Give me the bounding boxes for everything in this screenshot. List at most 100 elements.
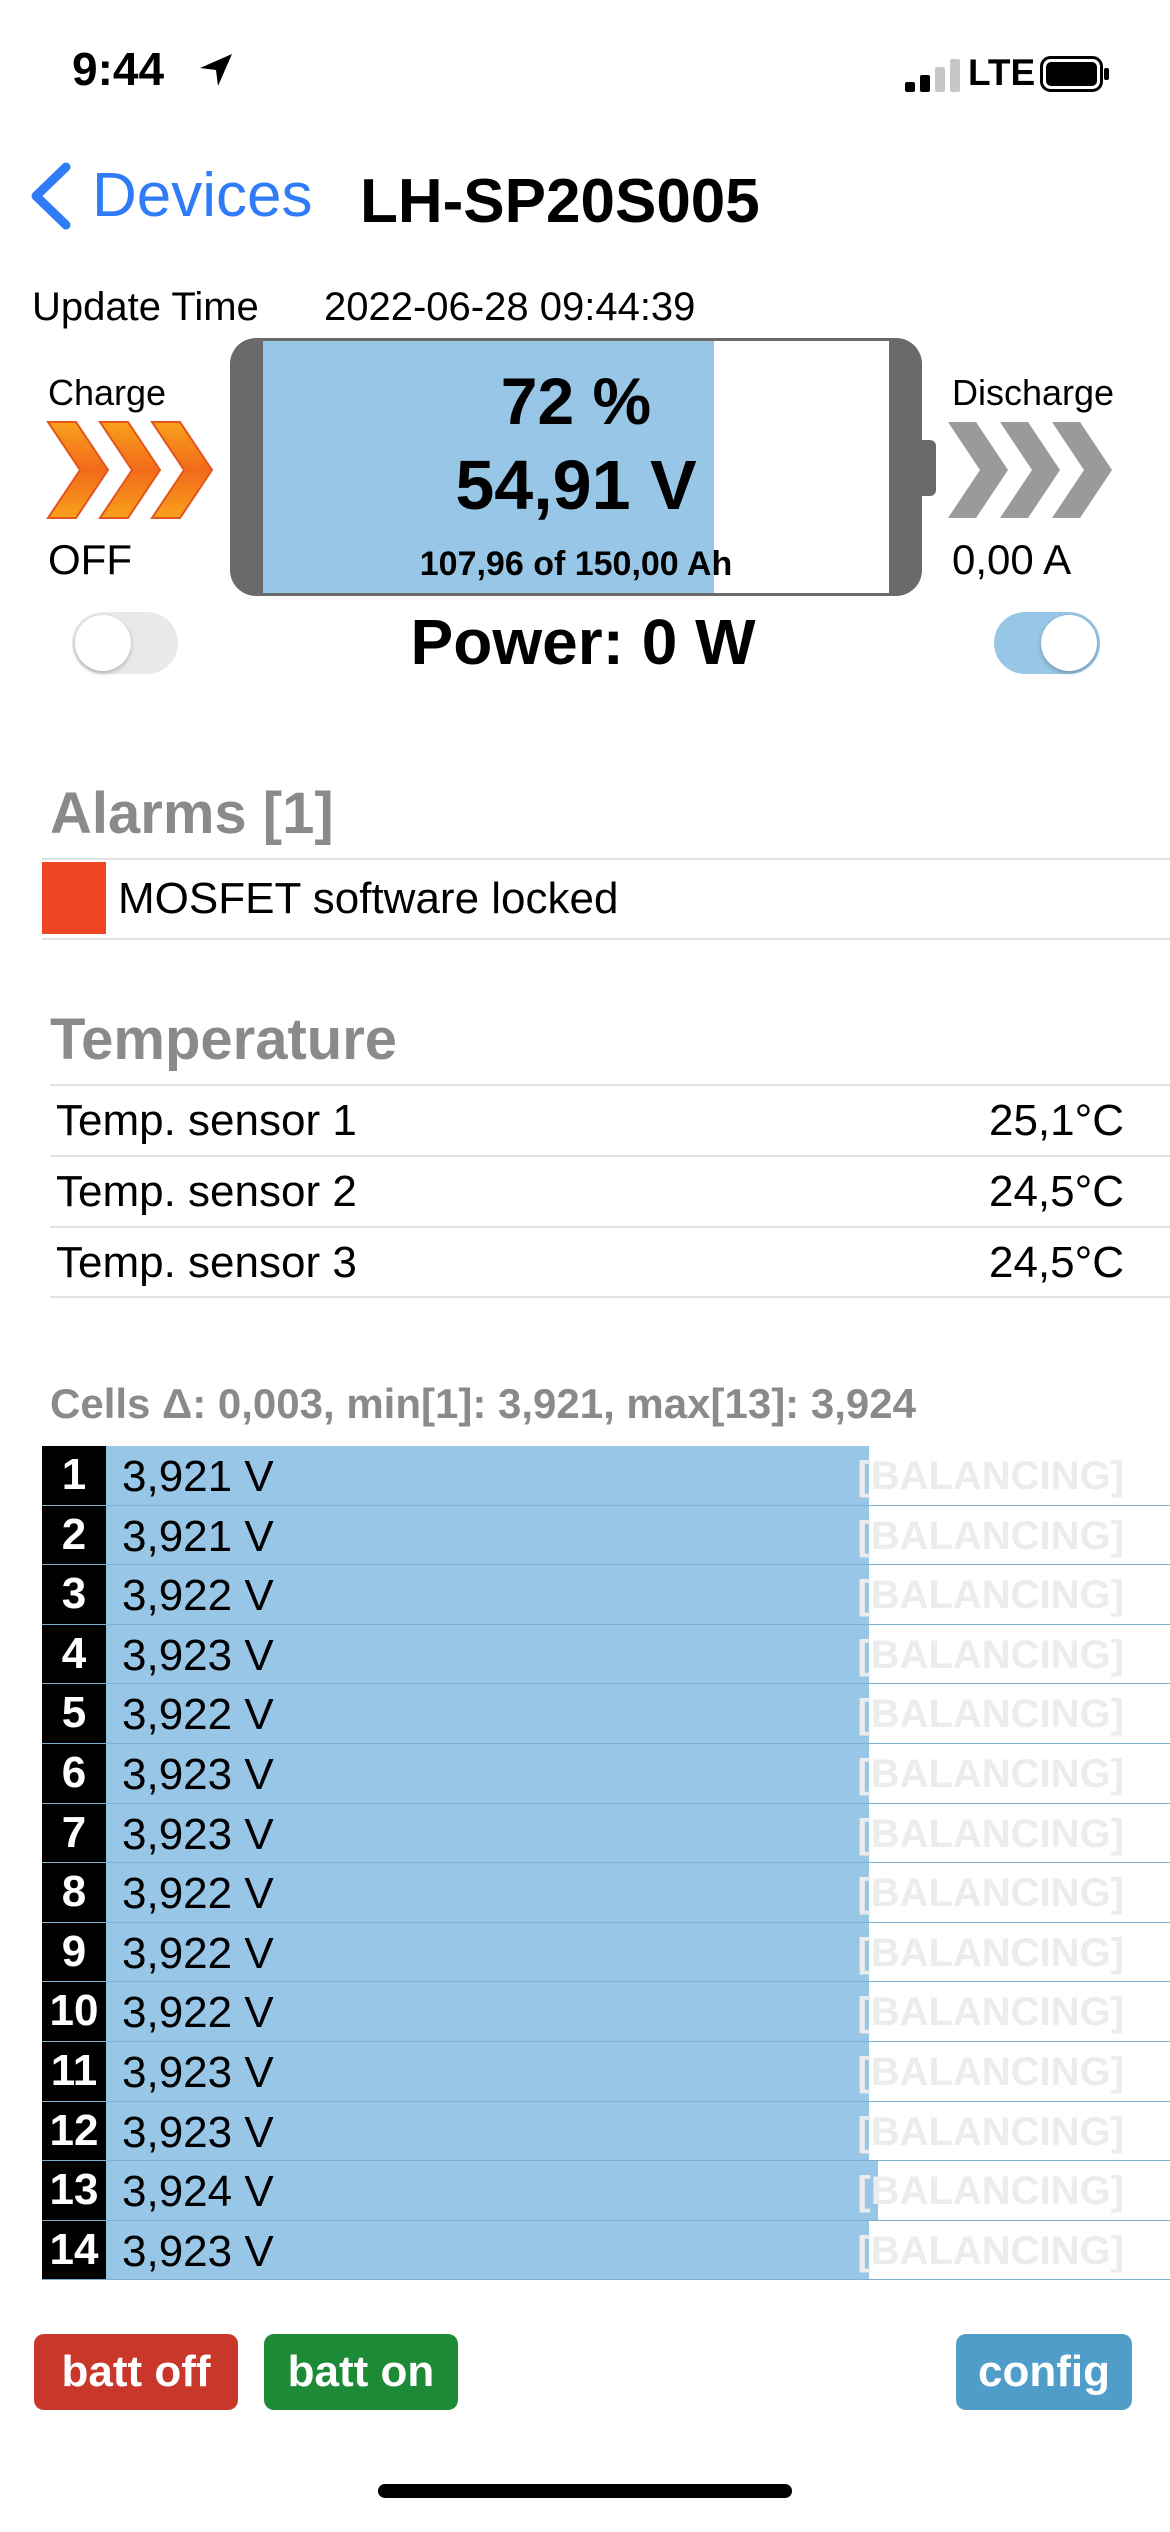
power-readout: Power: 0 W — [410, 606, 756, 678]
chevron-left-icon — [31, 162, 71, 229]
config-button[interactable]: config — [956, 2334, 1132, 2410]
cell-index: 5 — [42, 1684, 106, 1743]
temp-row: Temp. sensor 3 24,5°C — [50, 1226, 1170, 1296]
battery-voltage: 54,91 V — [455, 446, 697, 524]
battery-capacity: 107,96 of 150,00 Ah — [419, 545, 733, 583]
cell-row: 5 3,922 V [BALANCING] — [42, 1684, 1170, 1744]
cell-row: 1 3,921 V [BALANCING] — [42, 1446, 1170, 1506]
cell-row: 10 3,922 V [BALANCING] — [42, 1982, 1170, 2042]
battery-gauge: 72 % 54,91 V 107,96 of 150,00 Ah — [230, 338, 922, 596]
cell-index: 4 — [42, 1624, 106, 1684]
cell-voltage: 3,923 V — [122, 2047, 274, 2097]
cell-voltage: 3,922 V — [122, 1571, 274, 1621]
cell-balancing-label: [BALANCING] — [857, 1930, 1124, 1975]
back-button[interactable]: Devices — [26, 160, 313, 231]
cell-row: 14 3,923 V [BALANCING] — [42, 2220, 1170, 2281]
cell-index: 3 — [42, 1565, 106, 1624]
cell-balancing-label: [BALANCING] — [857, 1513, 1124, 1558]
page-title: LH-SP20S005 — [360, 167, 760, 236]
cell-index: 14 — [42, 2220, 106, 2280]
toggle-knob — [75, 615, 131, 671]
location-arrow-icon — [200, 54, 232, 86]
alarms-title: Alarms [1] — [50, 781, 334, 846]
alarm-item: MOSFET software locked — [42, 858, 1170, 940]
cell-index: 11 — [42, 2041, 106, 2101]
cell-voltage: 3,923 V — [122, 1749, 274, 1799]
cell-index: 2 — [42, 1505, 106, 1565]
cell-voltage: 3,924 V — [122, 2167, 274, 2217]
cell-row: 11 3,923 V [BALANCING] — [42, 2041, 1170, 2102]
battery-left-cap — [230, 338, 263, 596]
temp-sensor-value: 24,5°C — [988, 1167, 1124, 1216]
cell-voltage: 3,921 V — [122, 1452, 274, 1501]
temp-sensor-name: Temp. sensor 3 — [56, 1238, 357, 1287]
battery-body: 72 % 54,91 V 107,96 of 150,00 Ah — [263, 338, 889, 596]
cell-balancing-label: [BALANCING] — [857, 2169, 1124, 2214]
cell-index: 10 — [42, 1982, 106, 2041]
cell-row: 6 3,923 V [BALANCING] — [42, 1743, 1170, 1804]
toggle-knob — [1041, 615, 1097, 671]
cell-voltage: 3,923 V — [122, 1630, 274, 1680]
cell-balancing-label: [BALANCING] — [857, 1871, 1124, 1916]
cell-row: 7 3,923 V [BALANCING] — [42, 1803, 1170, 1864]
temp-row: Temp. sensor 2 24,5°C — [50, 1155, 1170, 1225]
alarm-text: MOSFET software locked — [118, 874, 619, 923]
update-time-value: 2022-06-28 09:44:39 — [324, 285, 696, 329]
discharge-arrows-icon — [948, 422, 1112, 518]
cell-balancing-label: [BALANCING] — [857, 1573, 1124, 1618]
cell-index: 13 — [42, 2161, 106, 2220]
cell-voltage: 3,921 V — [122, 1511, 274, 1561]
cell-index: 1 — [42, 1446, 106, 1505]
cell-signal-icon — [905, 59, 960, 92]
home-indicator — [378, 2484, 792, 2498]
temp-sensor-name: Temp. sensor 2 — [56, 1167, 357, 1216]
network-type: LTE — [968, 52, 1036, 93]
cell-balancing-label: [BALANCING] — [857, 1692, 1124, 1737]
back-label: Devices — [92, 161, 313, 230]
cell-balancing-label: [BALANCING] — [857, 2228, 1124, 2273]
discharge-label: Discharge — [952, 372, 1115, 413]
batt-off-button[interactable]: batt off — [34, 2334, 238, 2410]
update-time-label: Update Time — [32, 285, 259, 329]
cell-index: 8 — [42, 1863, 106, 1922]
cell-balancing-label: [BALANCING] — [857, 1811, 1124, 1856]
cell-voltage: 3,922 V — [122, 1869, 274, 1919]
cells-list: 1 3,921 V [BALANCING] 2 3,921 V [BALANCING] 3 3… — [42, 1446, 1170, 2281]
cells-summary: Cells Δ: 0,003, min[1]: 3,921, max[13]: … — [50, 1380, 916, 1427]
batt-on-button[interactable]: batt on — [264, 2334, 458, 2410]
charge-toggle[interactable] — [72, 612, 178, 674]
cell-index: 12 — [42, 2101, 106, 2161]
cell-voltage: 3,923 V — [122, 1809, 274, 1859]
discharge-current: 0,00 A — [952, 536, 1072, 583]
cell-voltage: 3,923 V — [122, 2226, 274, 2276]
cell-balancing-label: [BALANCING] — [857, 2109, 1124, 2154]
cell-voltage: 3,922 V — [122, 1690, 274, 1740]
cell-voltage: 3,922 V — [122, 1928, 274, 1978]
cell-row: 2 3,921 V [BALANCING] — [42, 1505, 1170, 1566]
cell-index: 6 — [42, 1743, 106, 1803]
temp-row: Temp. sensor 1 25,1°C — [50, 1084, 1170, 1154]
temp-sensor-name: Temp. sensor 1 — [56, 1096, 357, 1145]
cell-balancing-label: [BALANCING] — [857, 2049, 1124, 2094]
cell-row: 4 3,923 V [BALANCING] — [42, 1624, 1170, 1685]
cell-voltage: 3,922 V — [122, 1988, 274, 2038]
cell-balancing-label: [BALANCING] — [857, 1751, 1124, 1796]
cell-row: 8 3,922 V [BALANCING] — [42, 1863, 1170, 1923]
cell-row: 9 3,922 V [BALANCING] — [42, 1922, 1170, 1983]
cell-balancing-label: [BALANCING] — [857, 1990, 1124, 2035]
charge-arrows-icon — [46, 421, 214, 519]
charge-label: Charge — [48, 372, 167, 413]
cell-row: 12 3,923 V [BALANCING] — [42, 2101, 1170, 2162]
discharge-toggle[interactable] — [994, 612, 1100, 674]
battery-percent: 72 % — [500, 364, 652, 438]
cell-voltage: 3,923 V — [122, 2107, 274, 2157]
temp-sensor-value: 24,5°C — [988, 1238, 1124, 1287]
cell-balancing-label: [BALANCING] — [857, 1454, 1124, 1498]
charge-state: OFF — [48, 536, 132, 583]
status-time: 9:44 — [72, 43, 165, 95]
battery-terminal — [922, 440, 936, 496]
divider — [50, 1296, 1170, 1298]
battery-right-cap — [889, 338, 922, 596]
cell-row: 13 3,924 V [BALANCING] — [42, 2161, 1170, 2221]
alarm-indicator — [42, 862, 106, 934]
